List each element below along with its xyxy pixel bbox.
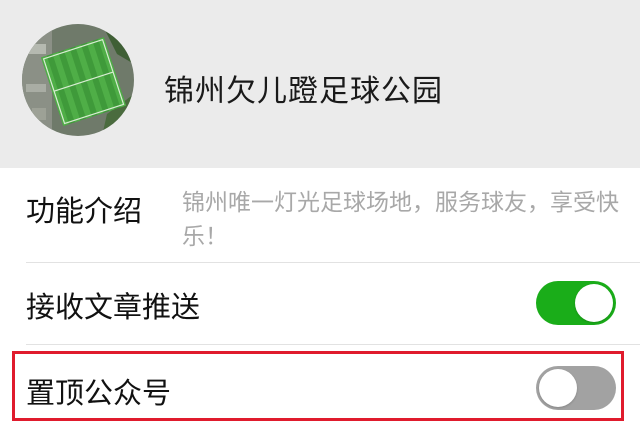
account-name: 锦州欠儿蹬足球公园 — [164, 74, 443, 109]
account-avatar[interactable] — [22, 24, 134, 136]
toggle-knob — [539, 369, 577, 407]
intro-text: 锦州唯一灯光足球场地，服务球友，享受快乐！ — [182, 190, 619, 250]
receive-articles-toggle[interactable] — [536, 281, 616, 325]
receive-articles-label: 接收文章推送 — [26, 290, 201, 324]
pin-account-toggle[interactable] — [536, 366, 616, 410]
intro-label: 功能介绍 — [26, 194, 143, 228]
toggle-knob — [575, 284, 613, 322]
divider — [26, 344, 640, 345]
account-header: 锦州欠儿蹬足球公园 — [0, 0, 640, 168]
pin-account-label: 置顶公众号 — [26, 376, 172, 410]
divider — [26, 262, 640, 263]
football-field-photo-icon — [22, 24, 134, 136]
